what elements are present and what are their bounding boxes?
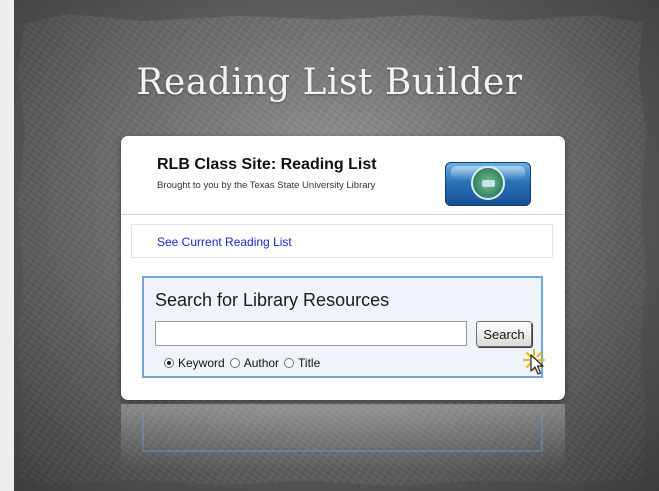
search-section: Search for Library Resources Search Keyw… [142,276,545,378]
library-logo-icon [445,162,531,206]
keyword-label: Keyword [178,356,225,370]
author-label: Author [243,356,280,370]
current-list-box: See Current Reading List [131,224,553,258]
search-heading: Search for Library Resources [155,290,390,310]
slide-title: Reading List Builder [136,62,523,103]
site-header: RLB Class Site: Reading List Brought to … [121,136,565,215]
site-subtitle: Brought to you by the Texas State Univer… [157,180,376,191]
title-radio[interactable] [284,358,295,368]
app-panel: RLB Class Site: Reading List Brought to … [121,136,565,400]
mouse-pointer-icon [530,354,544,375]
search-input[interactable] [155,321,467,346]
see-current-reading-list-link[interactable]: See Current Reading List [157,235,292,249]
search-button[interactable]: Search [476,321,532,347]
search-type-options: Keyword Author Title [164,356,325,370]
panel-reflection [121,404,565,470]
author-radio[interactable] [229,358,240,368]
site-title: RLB Class Site: Reading List [157,156,377,173]
reflection-search-box [142,412,543,452]
logo-seal [471,166,505,200]
keyword-radio[interactable] [164,358,174,368]
title-label: Title [298,356,321,370]
